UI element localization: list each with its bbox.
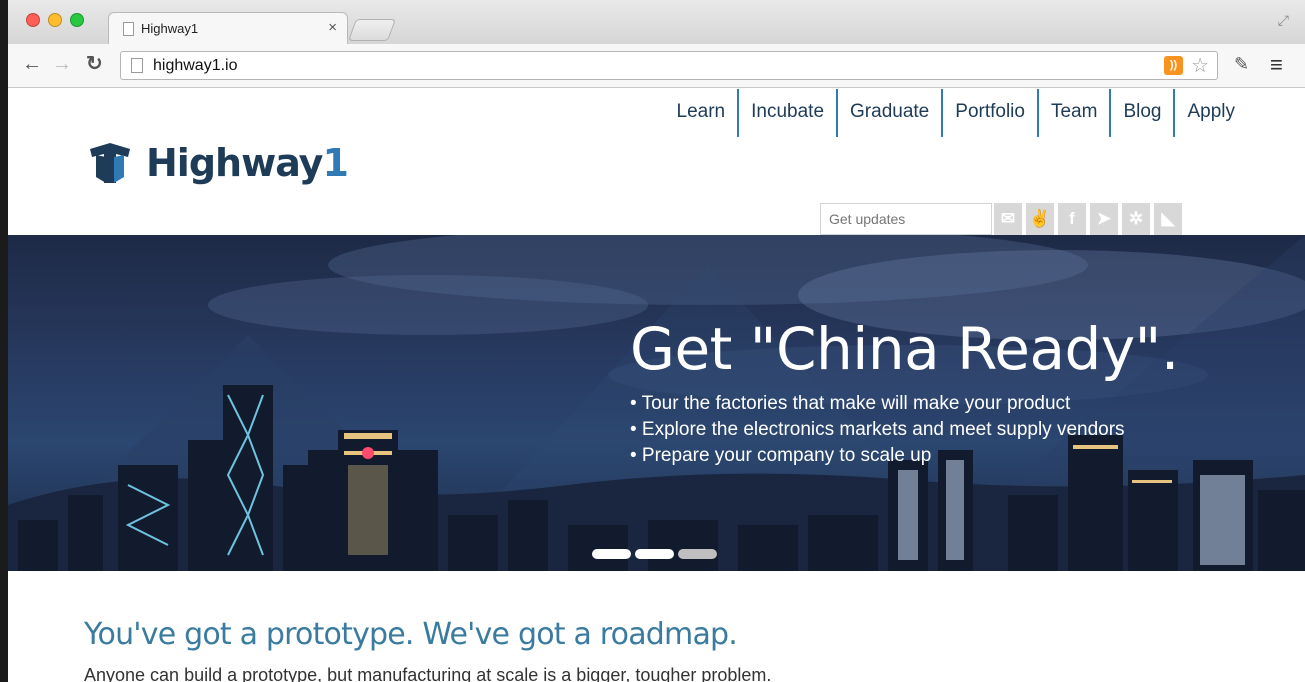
rss-feed-icon[interactable]: ◣ xyxy=(1154,203,1182,235)
angellist-icon[interactable]: ✌ xyxy=(1026,203,1054,235)
fullscreen-icon[interactable]: ⤢ xyxy=(1278,12,1289,29)
back-icon[interactable]: ← xyxy=(22,54,42,74)
logo-word: Highway xyxy=(146,141,323,185)
reload-icon[interactable]: ↻ xyxy=(86,54,103,74)
tab-strip: Highway1 × ⤢ xyxy=(8,0,1305,44)
nav-portfolio[interactable]: Portfolio xyxy=(941,89,1037,137)
web-page: Highway1 Learn Incubate Graduate Portfol… xyxy=(8,89,1305,682)
highway1-logo[interactable]: Highway1 xyxy=(84,137,349,189)
tab-close-icon[interactable]: × xyxy=(328,19,337,36)
new-tab-button[interactable] xyxy=(347,19,397,41)
maximize-window-button[interactable] xyxy=(70,13,84,27)
crunchbase-icon[interactable]: ✲ xyxy=(1122,203,1150,235)
nav-team[interactable]: Team xyxy=(1036,89,1109,137)
page-icon xyxy=(131,58,143,73)
hero-bullets: • Tour the factories that make will make… xyxy=(630,391,1125,469)
carousel-dot-3[interactable] xyxy=(678,549,717,559)
tab-highway1[interactable]: Highway1 × xyxy=(108,12,348,44)
section-title: You've got a prototype. We've got a road… xyxy=(84,617,738,652)
email-icon[interactable]: ✉ xyxy=(994,203,1022,235)
twitter-icon[interactable]: ➤ xyxy=(1090,203,1118,235)
tab-title: Highway1 xyxy=(141,21,199,36)
browser-toolbar: ← → ↻ highway1.io )) ☆ ✎ ≡ xyxy=(8,44,1305,88)
carousel-dot-2[interactable] xyxy=(635,549,674,559)
close-window-button[interactable] xyxy=(26,13,40,27)
url-text[interactable]: highway1.io xyxy=(153,57,238,75)
logo-text: Highway1 xyxy=(146,141,349,185)
logo-number: 1 xyxy=(322,141,348,185)
minimize-window-button[interactable] xyxy=(48,13,62,27)
section-intro: Anyone can build a prototype, but manufa… xyxy=(84,665,772,682)
forward-icon[interactable]: → xyxy=(52,54,72,74)
extension-icon[interactable]: ✎ xyxy=(1234,54,1249,75)
hero-bullet: • Prepare your company to scale up xyxy=(630,445,932,466)
hero-bullet: • Explore the electronics markets and me… xyxy=(630,419,1125,440)
bookmark-star-icon[interactable]: ☆ xyxy=(1191,53,1209,78)
page-icon xyxy=(123,22,134,36)
hero-bullet: • Tour the factories that make will make… xyxy=(630,393,1071,414)
browser-window: Highway1 × ⤢ ← → ↻ highway1.io )) ☆ ✎ ≡ … xyxy=(8,0,1305,682)
rss-icon[interactable]: )) xyxy=(1164,56,1183,75)
facebook-icon[interactable]: f xyxy=(1058,203,1086,235)
nav-incubate[interactable]: Incubate xyxy=(737,89,836,137)
hero-carousel: Get "China Ready". • Tour the factories … xyxy=(8,235,1305,571)
nav-apply[interactable]: Apply xyxy=(1173,89,1247,137)
nav-learn[interactable]: Learn xyxy=(665,89,738,137)
menu-icon[interactable]: ≡ xyxy=(1270,52,1283,78)
carousel-dot-1[interactable] xyxy=(592,549,631,559)
nav-blog[interactable]: Blog xyxy=(1109,89,1173,137)
main-nav: Learn Incubate Graduate Portfolio Team B… xyxy=(665,89,1247,137)
hero-title: Get "China Ready". xyxy=(630,315,1179,383)
get-updates-input[interactable] xyxy=(820,203,992,235)
nav-graduate[interactable]: Graduate xyxy=(836,89,941,137)
logo-mark-icon xyxy=(90,143,130,183)
address-bar[interactable]: highway1.io )) ☆ xyxy=(120,51,1218,80)
